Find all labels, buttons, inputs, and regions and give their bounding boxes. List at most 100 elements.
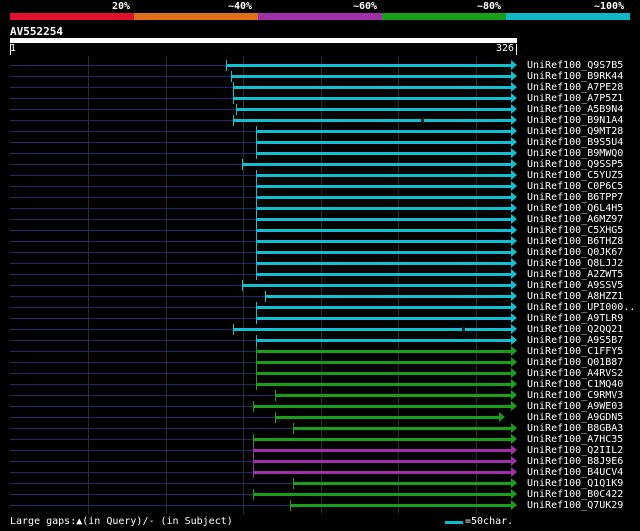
hit-alignment-bar[interactable] bbox=[255, 350, 511, 353]
hit-alignment-bar[interactable] bbox=[231, 75, 511, 78]
hit-alignment-bar[interactable] bbox=[252, 493, 511, 496]
hit-label[interactable]: UniRef100_A5B9N4 bbox=[527, 104, 623, 115]
hit-label[interactable]: UniRef100_B9N1A4 bbox=[527, 115, 623, 126]
hit-row[interactable]: UniRef100_A9GDN5 bbox=[0, 412, 640, 423]
hit-row[interactable]: UniRef100_B9N1A4 bbox=[0, 115, 640, 126]
hit-row[interactable]: UniRef100_B8GBA3 bbox=[0, 423, 640, 434]
hit-row[interactable]: UniRef100_A4RVS2 bbox=[0, 368, 640, 379]
hit-row[interactable]: UniRef100_A7HC35 bbox=[0, 434, 640, 445]
hit-label[interactable]: UniRef100_B9MWQ0 bbox=[527, 148, 623, 159]
hit-alignment-bar[interactable] bbox=[226, 64, 511, 67]
hit-alignment-bar[interactable] bbox=[255, 262, 511, 265]
hit-row[interactable]: UniRef100_C9RMV3 bbox=[0, 390, 640, 401]
hit-alignment-bar[interactable] bbox=[274, 394, 511, 397]
hit-label[interactable]: UniRef100_A9GDN5 bbox=[527, 412, 623, 423]
hit-label[interactable]: UniRef100_C9RMV3 bbox=[527, 390, 623, 401]
hit-alignment-bar[interactable] bbox=[293, 427, 511, 430]
hit-label[interactable]: UniRef100_B9RK44 bbox=[527, 71, 623, 82]
hit-label[interactable]: UniRef100_B6THZ8 bbox=[527, 236, 623, 247]
hit-label[interactable]: UniRef100_Q6L4H5 bbox=[527, 203, 623, 214]
hit-row[interactable]: UniRef100_Q0JK67 bbox=[0, 247, 640, 258]
hit-alignment-bar[interactable] bbox=[255, 306, 511, 309]
hit-alignment-bar[interactable] bbox=[232, 86, 511, 89]
hit-row[interactable]: UniRef100_UPI000.. bbox=[0, 302, 640, 313]
hit-alignment-bar[interactable] bbox=[255, 152, 511, 155]
hit-row[interactable]: UniRef100_A2ZWT5 bbox=[0, 269, 640, 280]
hit-label[interactable]: UniRef100_B8GBA3 bbox=[527, 423, 623, 434]
hit-label[interactable]: UniRef100_A6MZ97 bbox=[527, 214, 623, 225]
hit-row[interactable]: UniRef100_Q9MT28 bbox=[0, 126, 640, 137]
hit-alignment-bar[interactable] bbox=[255, 229, 511, 232]
hit-label[interactable]: UniRef100_A2ZWT5 bbox=[527, 269, 623, 280]
hit-row[interactable]: UniRef100_Q8LJJ2 bbox=[0, 258, 640, 269]
hit-row[interactable]: UniRef100_C1FFY5 bbox=[0, 346, 640, 357]
hit-label[interactable]: UniRef100_C1FFY5 bbox=[527, 346, 623, 357]
hit-row[interactable]: UniRef100_C5XHG5 bbox=[0, 225, 640, 236]
hit-label[interactable]: UniRef100_C1MQ40 bbox=[527, 379, 623, 390]
hit-alignment-bar[interactable] bbox=[255, 218, 511, 221]
hit-row[interactable]: UniRef100_Q2IIL2 bbox=[0, 445, 640, 456]
hit-label[interactable]: UniRef100_B9S5U4 bbox=[527, 137, 623, 148]
hit-alignment-bar[interactable] bbox=[255, 240, 511, 243]
hit-alignment-bar[interactable] bbox=[252, 460, 511, 463]
hit-label[interactable]: UniRef100_A9WE03 bbox=[527, 401, 623, 412]
hit-row[interactable]: UniRef100_A9WE03 bbox=[0, 401, 640, 412]
hit-label[interactable]: UniRef100_A7PE28 bbox=[527, 82, 623, 93]
hit-label[interactable]: UniRef100_A9SSV5 bbox=[527, 280, 623, 291]
hit-label[interactable]: UniRef100_Q2IIL2 bbox=[527, 445, 623, 456]
hit-alignment-bar[interactable] bbox=[252, 449, 511, 452]
hit-row[interactable]: UniRef100_B6TPP7 bbox=[0, 192, 640, 203]
hit-row[interactable]: UniRef100_B9RK44 bbox=[0, 71, 640, 82]
hit-alignment-bar[interactable] bbox=[235, 108, 511, 111]
hit-label[interactable]: UniRef100_Q8LJJ2 bbox=[527, 258, 623, 269]
hit-row[interactable]: UniRef100_C5YUZ5 bbox=[0, 170, 640, 181]
hit-row[interactable]: UniRef100_A9TLR9 bbox=[0, 313, 640, 324]
hit-label[interactable]: UniRef100_A4RVS2 bbox=[527, 368, 623, 379]
hit-alignment-bar[interactable] bbox=[274, 416, 499, 419]
hit-alignment-bar[interactable] bbox=[255, 196, 511, 199]
hit-label[interactable]: UniRef100_Q9S7B5 bbox=[527, 60, 623, 71]
hit-alignment-bar[interactable] bbox=[255, 317, 511, 320]
hit-alignment-bar[interactable] bbox=[232, 119, 511, 122]
hit-row[interactable]: UniRef100_A5B9N4 bbox=[0, 104, 640, 115]
hit-row[interactable]: UniRef100_A7PE28 bbox=[0, 82, 640, 93]
hit-row[interactable]: UniRef100_A7P5Z1 bbox=[0, 93, 640, 104]
hit-alignment-bar[interactable] bbox=[241, 284, 511, 287]
hit-alignment-bar[interactable] bbox=[255, 383, 511, 386]
hit-alignment-bar[interactable] bbox=[255, 251, 511, 254]
hit-row[interactable]: UniRef100_B8J9E6 bbox=[0, 456, 640, 467]
hit-label[interactable]: UniRef100_A9S5B7 bbox=[527, 335, 623, 346]
hit-alignment-bar[interactable] bbox=[255, 372, 511, 375]
hit-alignment-bar[interactable] bbox=[255, 174, 511, 177]
hit-label[interactable]: UniRef100_A7HC35 bbox=[527, 434, 623, 445]
hit-label[interactable]: UniRef100_A9TLR9 bbox=[527, 313, 623, 324]
hit-row[interactable]: UniRef100_B4UCV4 bbox=[0, 467, 640, 478]
hit-label[interactable]: UniRef100_Q7UK29 bbox=[527, 500, 623, 511]
hit-row[interactable]: UniRef100_Q7UK29 bbox=[0, 500, 640, 511]
hit-row[interactable]: UniRef100_C1MQ40 bbox=[0, 379, 640, 390]
hit-label[interactable]: UniRef100_A7P5Z1 bbox=[527, 93, 623, 104]
hit-row[interactable]: UniRef100_A9SSV5 bbox=[0, 280, 640, 291]
hit-alignment-bar[interactable] bbox=[255, 185, 511, 188]
hit-row[interactable]: UniRef100_Q1Q1K9 bbox=[0, 478, 640, 489]
hit-label[interactable]: UniRef100_Q0JK67 bbox=[527, 247, 623, 258]
hit-label[interactable]: UniRef100_B8J9E6 bbox=[527, 456, 623, 467]
hit-row[interactable]: UniRef100_B9S5U4 bbox=[0, 137, 640, 148]
hit-label[interactable]: UniRef100_B4UCV4 bbox=[527, 467, 623, 478]
hit-label[interactable]: UniRef100_C5YUZ5 bbox=[527, 170, 623, 181]
hit-alignment-bar[interactable] bbox=[255, 361, 511, 364]
hit-label[interactable]: UniRef100_Q9MT28 bbox=[527, 126, 623, 137]
hit-row[interactable]: UniRef100_A8HZZ1 bbox=[0, 291, 640, 302]
hit-alignment-bar[interactable] bbox=[252, 405, 511, 408]
hit-alignment-bar[interactable] bbox=[255, 141, 511, 144]
hit-alignment-bar[interactable] bbox=[255, 273, 511, 276]
hit-alignment-bar[interactable] bbox=[241, 163, 511, 166]
hit-row[interactable]: UniRef100_B6THZ8 bbox=[0, 236, 640, 247]
hit-alignment-bar[interactable] bbox=[293, 482, 511, 485]
hit-alignment-bar[interactable] bbox=[265, 295, 511, 298]
hit-row[interactable]: UniRef100_Q6L4H5 bbox=[0, 203, 640, 214]
hit-alignment-bar[interactable] bbox=[232, 328, 511, 331]
hit-label[interactable]: UniRef100_Q2QQ21 bbox=[527, 324, 623, 335]
hit-row[interactable]: UniRef100_Q9SSP5 bbox=[0, 159, 640, 170]
hit-alignment-bar[interactable] bbox=[255, 207, 511, 210]
